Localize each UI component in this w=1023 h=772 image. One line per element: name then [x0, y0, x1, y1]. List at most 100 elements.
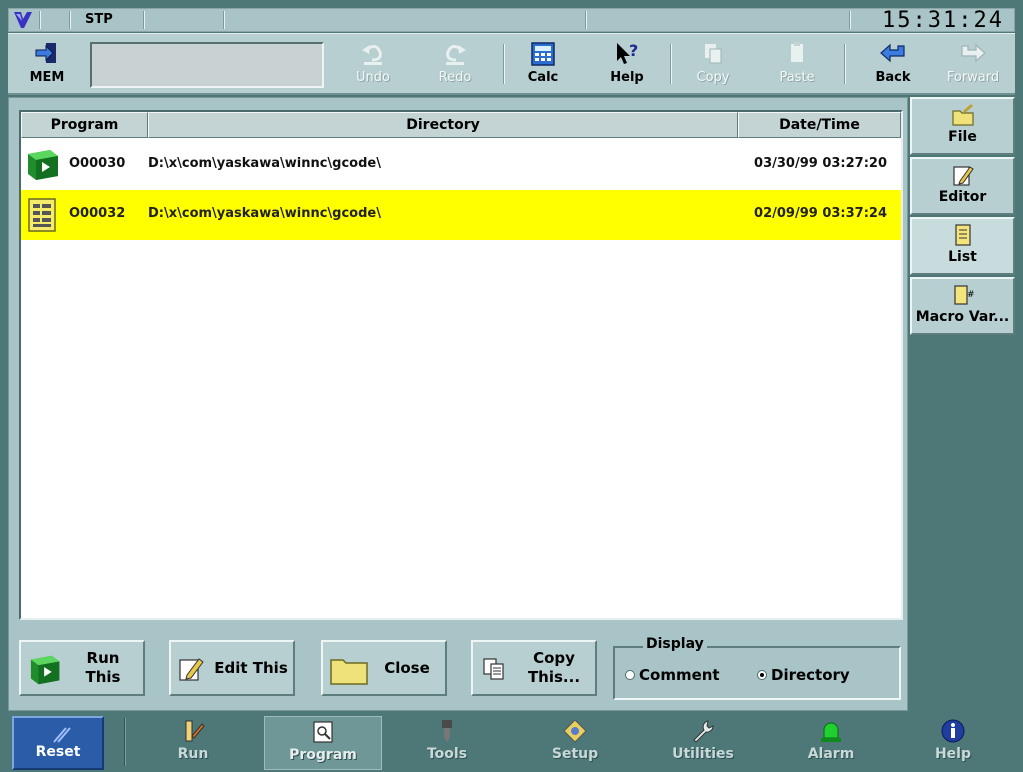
- copy-icon: [705, 44, 722, 64]
- display-group-legend: Display: [643, 636, 707, 652]
- tab-macro-variables[interactable]: # Macro Var...: [910, 277, 1015, 335]
- wrench-icon: [693, 720, 714, 743]
- table-row[interactable]: O00030 D:\x\com\yaskawa\winnc\gcode\ 03/…: [21, 140, 901, 190]
- alarm-light-icon: [821, 722, 841, 742]
- run-this-label: This: [85, 668, 121, 686]
- undo-icon: [362, 45, 382, 65]
- mem-display-field: [90, 42, 324, 88]
- copy-this-label: Copy: [533, 649, 575, 667]
- edit-pencil-icon: [179, 658, 204, 681]
- run-program-icon: [30, 655, 60, 685]
- side-tabs: File Editor List # Macro Var...: [910, 97, 1015, 711]
- redo-button[interactable]: Redo: [420, 38, 490, 94]
- run-pencil-icon: [185, 720, 205, 742]
- nav-program[interactable]: Program: [264, 716, 382, 770]
- status-divider: [223, 11, 225, 29]
- nav-tools[interactable]: Tools: [392, 716, 502, 770]
- svg-text:#: #: [967, 290, 975, 300]
- edit-this-button[interactable]: Edit This: [169, 640, 295, 696]
- directory-radio[interactable]: Directory: [757, 666, 850, 684]
- tab-file[interactable]: File: [910, 97, 1015, 155]
- nav-setup-label: Setup: [551, 746, 599, 762]
- forward-arrow-icon: [961, 43, 986, 63]
- table-row-selected[interactable]: O00032 D:\x\com\yaskawa\winnc\gcode\ 02/…: [21, 190, 901, 240]
- help-label: Help: [610, 70, 644, 85]
- edit-this-label: Edit This: [214, 659, 288, 677]
- copy-this-label: This...: [527, 668, 581, 686]
- undo-label: Undo: [356, 70, 390, 85]
- tools-icon: [442, 720, 452, 743]
- program-datetime: 03/30/99 03:27:20: [754, 156, 887, 171]
- nav-setup[interactable]: Setup: [520, 716, 630, 770]
- nav-utilities[interactable]: Utilities: [648, 716, 758, 770]
- column-header-datetime[interactable]: Date/Time: [738, 112, 901, 138]
- back-arrow-icon: [880, 43, 905, 63]
- file-folder-icon: [951, 104, 974, 126]
- nav-run[interactable]: Run: [138, 716, 248, 770]
- copy-button[interactable]: Copy: [678, 38, 748, 94]
- comment-radio[interactable]: Comment: [625, 666, 720, 684]
- setup-icon: [563, 719, 587, 743]
- toolbar: MEM Undo Redo Calc ? Help Copy Paste Bac…: [8, 33, 1015, 95]
- forward-label: Forward: [946, 70, 1000, 85]
- close-label: Close: [384, 659, 430, 677]
- status-divider: [849, 11, 851, 29]
- tab-macro-variables-label: Macro Var...: [915, 309, 1010, 325]
- redo-icon: [446, 45, 466, 65]
- directory-radio-label: Directory: [771, 666, 850, 684]
- display-option-group: Display Comment Directory: [613, 636, 901, 700]
- calc-label: Calc: [527, 70, 559, 85]
- comment-radio-label: Comment: [639, 666, 720, 684]
- mode-indicator: STP: [85, 12, 113, 27]
- reset-slash-icon: [53, 727, 71, 743]
- paste-icon: [791, 42, 803, 62]
- folder-icon: [330, 659, 368, 685]
- calc-button[interactable]: Calc: [508, 38, 578, 94]
- bottom-nav: Reset Run Program Tools Setup Utilities …: [8, 712, 1015, 772]
- program-directory: D:\x\com\yaskawa\winnc\gcode\: [148, 156, 381, 171]
- macro-variable-icon: #: [953, 285, 975, 305]
- tab-list-label: List: [948, 249, 977, 265]
- program-number: O00030: [69, 156, 126, 171]
- nav-tools-label: Tools: [426, 746, 468, 762]
- tab-editor[interactable]: Editor: [910, 157, 1015, 215]
- close-button[interactable]: Close: [321, 640, 447, 696]
- run-this-button[interactable]: Run This: [19, 640, 145, 696]
- status-divider: [39, 11, 41, 29]
- help-pointer-icon: ?: [617, 41, 638, 64]
- undo-button[interactable]: Undo: [338, 38, 408, 94]
- list-icon: [954, 224, 971, 246]
- program-datetime: 02/09/99 03:37:24: [754, 206, 887, 221]
- svg-text:?: ?: [629, 41, 638, 60]
- copy-this-button[interactable]: Copy This...: [471, 640, 597, 696]
- paste-label: Paste: [779, 70, 815, 85]
- nav-program-label: Program: [289, 747, 357, 763]
- mem-button[interactable]: MEM: [12, 38, 82, 94]
- mem-arrow-icon: [35, 43, 56, 63]
- radio-indicator: [625, 670, 635, 680]
- back-button[interactable]: Back: [858, 38, 928, 94]
- forward-button[interactable]: Forward: [938, 38, 1008, 94]
- nav-alarm[interactable]: Alarm: [776, 716, 886, 770]
- nav-help[interactable]: Help: [898, 716, 1008, 770]
- copy-label: Copy: [696, 70, 730, 85]
- nav-divider: [124, 718, 126, 766]
- paste-button[interactable]: Paste: [762, 38, 832, 94]
- status-bar: STP 15:31:24: [8, 8, 1015, 33]
- program-number: O00032: [69, 206, 126, 221]
- tab-editor-label: Editor: [938, 189, 987, 205]
- nav-alarm-label: Alarm: [807, 746, 855, 762]
- redo-label: Redo: [438, 70, 472, 85]
- calculator-icon: [531, 42, 555, 66]
- toolbar-divider: [503, 44, 505, 84]
- column-header-program[interactable]: Program: [21, 112, 148, 138]
- radio-indicator-selected: [757, 670, 767, 680]
- column-header-directory[interactable]: Directory: [148, 112, 738, 138]
- help-button[interactable]: ? Help: [592, 38, 662, 94]
- mem-label: MEM: [29, 70, 65, 85]
- back-label: Back: [875, 70, 911, 85]
- gcode-file-icon: [28, 198, 56, 232]
- clock: 15:31:24: [882, 8, 1004, 33]
- tab-list[interactable]: List: [910, 217, 1015, 275]
- reset-button[interactable]: Reset: [12, 716, 104, 770]
